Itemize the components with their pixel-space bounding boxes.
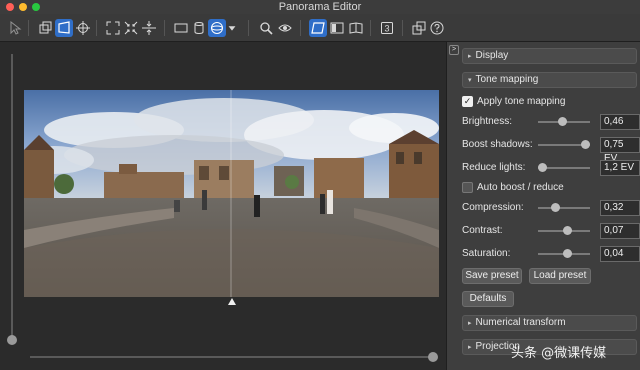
load-preset-button[interactable]: Load preset: [529, 268, 591, 284]
contrast-value[interactable]: 0,07: [600, 223, 640, 239]
vertical-slider-knob[interactable]: [7, 335, 17, 345]
view-tilt-icon[interactable]: [328, 19, 346, 37]
watermark: 头条 @微课传媒: [511, 346, 607, 361]
crosshair-icon[interactable]: [74, 19, 92, 37]
defaults-button[interactable]: Defaults: [462, 291, 514, 307]
saturation-value[interactable]: 0,04: [600, 246, 640, 262]
disclosure-triangle-icon: ▸: [468, 344, 472, 351]
cylinder-icon[interactable]: [190, 19, 208, 37]
brightness-value[interactable]: 0,46: [600, 114, 640, 130]
horizontal-slider-track[interactable]: [30, 356, 434, 358]
save-preset-button[interactable]: Save preset: [462, 268, 522, 284]
reduce-lights-slider-knob[interactable]: [538, 163, 547, 172]
compression-slider-knob[interactable]: [551, 203, 560, 212]
numerical-transform-section-header[interactable]: ▸ Numerical transform: [462, 315, 637, 331]
compression-slider[interactable]: [538, 207, 590, 209]
boost-shadows-value[interactable]: 0,75 EV: [600, 137, 640, 164]
panorama-image[interactable]: [24, 90, 439, 297]
vertical-slider-track[interactable]: [11, 54, 13, 342]
apply-tone-mapping-label: Apply tone mapping: [477, 96, 566, 107]
dropdown-arrow-icon[interactable]: [226, 19, 238, 37]
projection-icon[interactable]: [55, 19, 73, 37]
help-icon[interactable]: [428, 19, 446, 37]
compression-label: Compression:: [462, 202, 524, 213]
saturation-label: Saturation:: [462, 248, 511, 259]
disclosure-triangle-icon: ▸: [468, 320, 472, 327]
settings-panel: > ▸ Display ▾ Tone mapping ✓ Apply tone ma…: [446, 42, 640, 370]
display-section-header[interactable]: ▸ Display: [462, 48, 637, 64]
center-marker[interactable]: [228, 298, 236, 305]
crop-icon[interactable]: [36, 19, 54, 37]
apply-tone-mapping-checkbox[interactable]: ✓: [462, 96, 473, 107]
boost-shadows-label: Boost shadows:: [462, 139, 533, 150]
three-icon[interactable]: 3: [378, 19, 396, 37]
auto-boost-label: Auto boost / reduce: [477, 182, 564, 193]
tone-mapping-section-header[interactable]: ▾ Tone mapping: [462, 72, 637, 88]
disclosure-triangle-icon: ▾: [468, 77, 472, 84]
saturation-slider-knob[interactable]: [563, 249, 572, 258]
disclosure-triangle-icon: ▸: [468, 53, 472, 60]
brightness-slider-knob[interactable]: [558, 117, 567, 126]
align-icon[interactable]: [140, 19, 158, 37]
shrink-icon[interactable]: [122, 19, 140, 37]
view-flat-icon[interactable]: [309, 19, 327, 37]
sphere-icon[interactable]: [208, 19, 226, 37]
zoom-icon[interactable]: [257, 19, 275, 37]
boost-shadows-slider-knob[interactable]: [581, 140, 590, 149]
compression-value[interactable]: 0,32: [600, 200, 640, 216]
title-bar: Panorama Editor: [0, 0, 640, 14]
svg-text:3: 3: [384, 24, 389, 34]
rectangle-icon[interactable]: [172, 19, 190, 37]
collapse-panel-button[interactable]: >: [449, 45, 459, 55]
auto-boost-checkbox[interactable]: [462, 182, 473, 193]
viewport[interactable]: [0, 42, 446, 370]
view-book-icon[interactable]: [347, 19, 365, 37]
toolbar: 3: [0, 14, 640, 42]
pointer-icon[interactable]: [6, 19, 24, 37]
fit-icon[interactable]: [104, 19, 122, 37]
export-icon[interactable]: [410, 19, 428, 37]
contrast-slider-knob[interactable]: [563, 226, 572, 235]
window-title: Panorama Editor: [278, 1, 362, 13]
contrast-label: Contrast:: [462, 225, 503, 236]
horizontal-slider-knob[interactable]: [428, 352, 438, 362]
reduce-lights-label: Reduce lights:: [462, 162, 526, 173]
reduce-lights-value[interactable]: 1,2 EV: [600, 160, 640, 176]
eye-icon[interactable]: [276, 19, 294, 37]
brightness-label: Brightness:: [462, 116, 513, 127]
